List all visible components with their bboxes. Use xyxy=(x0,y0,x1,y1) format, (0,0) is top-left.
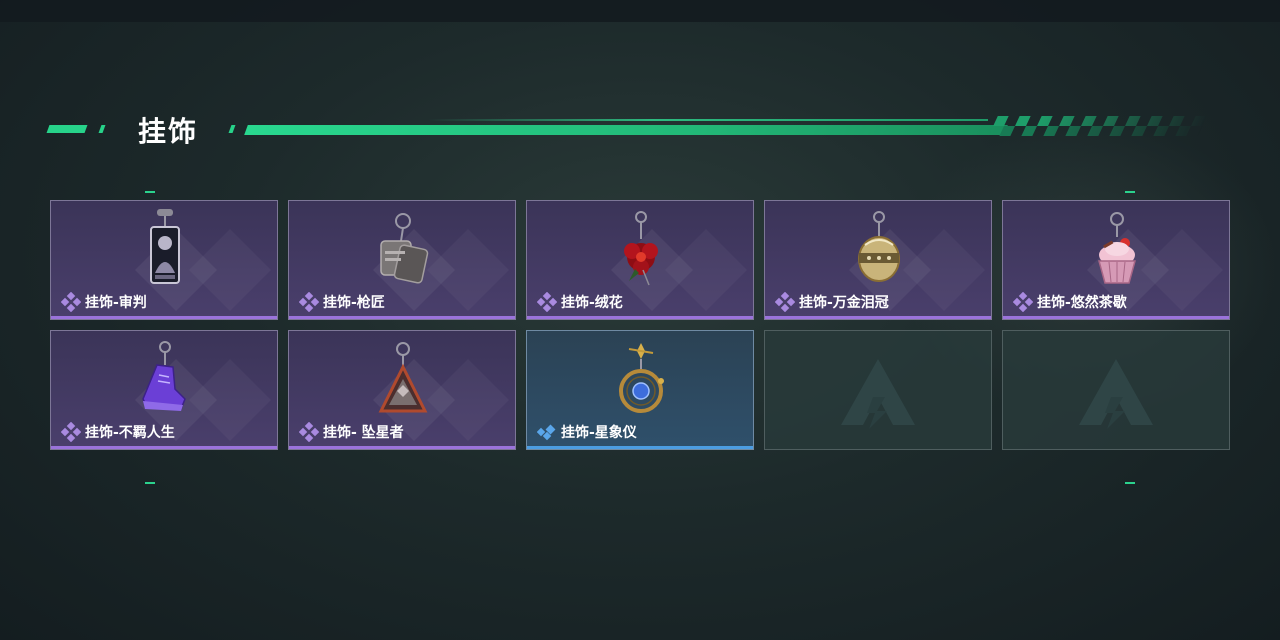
charm-label: 挂饰-不羁人生 xyxy=(61,422,175,442)
dog-tag-charm-icon xyxy=(380,213,429,284)
card-bg-diamond xyxy=(426,358,510,442)
card-bg-diamond xyxy=(426,228,510,312)
charm-name: 挂饰-悠然茶歇 xyxy=(1037,295,1127,311)
charm-name: 挂饰-审判 xyxy=(85,295,147,311)
charm-card-star-faller[interactable]: 挂饰- 坠星者 xyxy=(288,330,516,450)
charm-label: 挂饰-悠然茶歇 xyxy=(1013,292,1127,312)
charm-grid: 挂饰-审判 挂饰-枪匠 挂饰-绒花 挂饰-万金泪冠 挂饰-悠然茶歇 挂饰-不羁人… xyxy=(50,200,1230,450)
charm-name: 挂饰-星象仪 xyxy=(561,425,637,441)
rarity-bar xyxy=(289,316,515,319)
charm-card-gunsmith[interactable]: 挂饰-枪匠 xyxy=(288,200,516,320)
blue-rarity-diamond-icon xyxy=(537,424,556,441)
charm-label: 挂饰- 坠星者 xyxy=(299,422,404,442)
charm-name: 挂饰-枪匠 xyxy=(323,295,385,311)
sneaker-charm-icon xyxy=(142,341,186,411)
header-accent-left-small xyxy=(98,125,106,133)
header-accent-left xyxy=(46,125,88,133)
rarity-bar xyxy=(1003,316,1229,319)
card-bg-diamond xyxy=(902,228,986,312)
rarity-bar xyxy=(51,446,277,449)
charm-name: 挂饰-绒花 xyxy=(561,295,623,311)
tarot-card-charm-icon xyxy=(150,209,180,284)
corner-tick xyxy=(145,191,155,193)
triangle-emblem-charm-icon xyxy=(378,342,428,413)
charm-label: 挂饰-枪匠 xyxy=(299,292,385,312)
empty-slot-logo-icon xyxy=(1079,359,1153,429)
charm-label: 挂饰-绒花 xyxy=(537,292,623,312)
card-bg-diamond xyxy=(188,228,272,312)
charm-card-judgment[interactable]: 挂饰-审判 xyxy=(50,200,278,320)
header-checker-pattern xyxy=(988,116,1208,136)
top-band xyxy=(0,0,1280,22)
corner-tick xyxy=(1125,191,1135,193)
empty-slot-logo-icon xyxy=(841,359,915,429)
purple-rarity-diamond-icon xyxy=(537,292,557,312)
purple-rarity-diamond-icon xyxy=(61,292,81,312)
rarity-bar xyxy=(527,316,753,319)
section-title: 挂饰 xyxy=(138,115,199,148)
card-bg-diamond xyxy=(1140,228,1224,312)
charm-label: 挂饰-星象仪 xyxy=(537,422,637,442)
empty-charm-slot xyxy=(764,330,992,450)
card-bg-diamond xyxy=(664,228,748,312)
header-thin-line xyxy=(428,119,988,121)
rarity-bar xyxy=(289,446,515,449)
section-header: 挂饰 xyxy=(46,108,1208,148)
astrolabe-charm-icon xyxy=(619,343,664,413)
rarity-bar xyxy=(765,316,991,319)
charm-label: 挂饰-审判 xyxy=(61,292,147,312)
purple-rarity-diamond-icon xyxy=(775,292,795,312)
empty-charm-slot xyxy=(1002,330,1230,450)
charm-name: 挂饰-万金泪冠 xyxy=(799,295,889,311)
charm-name: 挂饰- 坠星者 xyxy=(323,425,404,441)
header-accent-mid xyxy=(228,125,236,133)
header-progress-stripe xyxy=(244,125,1008,135)
charm-card-tea-break[interactable]: 挂饰-悠然茶歇 xyxy=(1002,200,1230,320)
purple-rarity-diamond-icon xyxy=(299,292,319,312)
cupcake-charm-icon xyxy=(1098,212,1136,284)
rarity-bar xyxy=(527,446,753,449)
purple-rarity-diamond-icon xyxy=(1013,292,1033,312)
charm-name: 挂饰-不羁人生 xyxy=(85,425,175,441)
velvet-flower-charm-icon xyxy=(624,211,658,286)
charm-card-jeweled-crown[interactable]: 挂饰-万金泪冠 xyxy=(764,200,992,320)
charm-label: 挂饰-万金泪冠 xyxy=(775,292,889,312)
purple-rarity-diamond-icon xyxy=(61,422,81,442)
jeweled-crown-charm-icon xyxy=(858,211,900,282)
charm-card-astrolabe[interactable]: 挂饰-星象仪 xyxy=(526,330,754,450)
card-bg-diamond xyxy=(188,358,272,442)
charm-card-velvet-flower[interactable]: 挂饰-绒花 xyxy=(526,200,754,320)
charm-card-unbridled-life[interactable]: 挂饰-不羁人生 xyxy=(50,330,278,450)
corner-tick xyxy=(145,482,155,484)
purple-rarity-diamond-icon xyxy=(299,422,319,442)
corner-tick xyxy=(1125,482,1135,484)
rarity-bar xyxy=(51,316,277,319)
